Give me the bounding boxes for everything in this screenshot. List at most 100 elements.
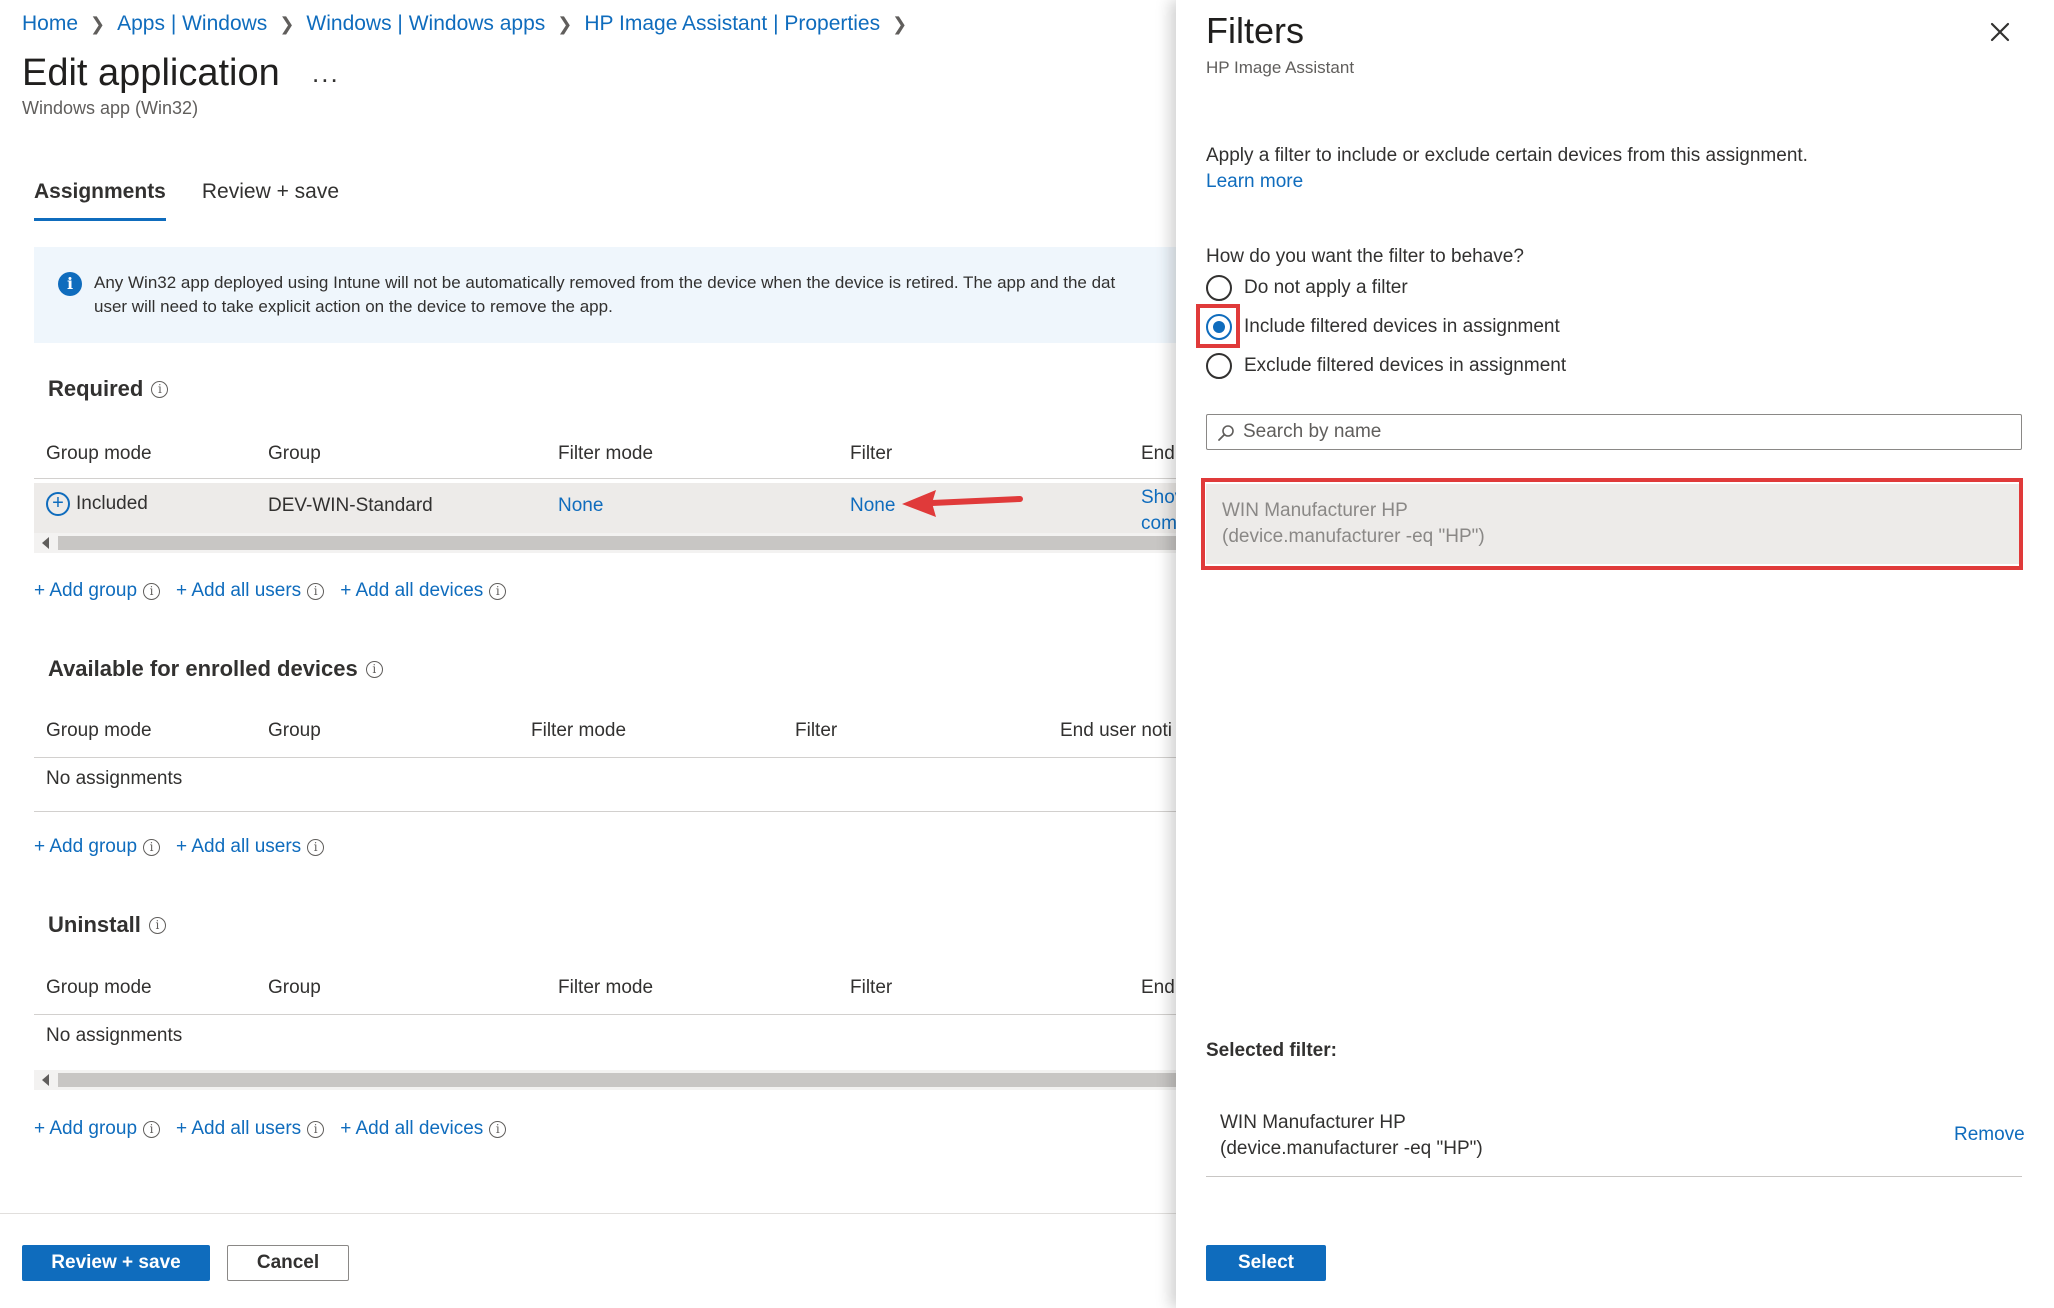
info-icon[interactable]: i bbox=[143, 582, 161, 600]
add-group-link[interactable]: + Add group bbox=[34, 1118, 137, 1140]
horizontal-scrollbar[interactable] bbox=[34, 1070, 1176, 1090]
uninstall-col-filter-mode: Filter mode bbox=[558, 977, 654, 998]
selected-filter-name: WIN Manufacturer HP bbox=[1220, 1112, 1406, 1133]
breadcrumb-home[interactable]: Home bbox=[22, 12, 78, 36]
selected-filter-rule: (device.manufacturer -eq "HP") bbox=[1220, 1138, 1483, 1159]
radio-do-not-apply[interactable]: Do not apply a filter bbox=[1206, 275, 1408, 301]
add-group-link[interactable]: + Add group bbox=[34, 836, 137, 858]
available-section-title: Available for enrolled devices i bbox=[48, 656, 383, 682]
scrollbar-thumb[interactable] bbox=[58, 536, 1176, 550]
scrollbar-thumb[interactable] bbox=[58, 1073, 1176, 1087]
breadcrumb: Home ❯ Apps | Windows ❯ Windows | Window… bbox=[22, 12, 919, 36]
uninstall-col-end: End bbox=[1141, 977, 1175, 998]
info-banner-line-2: user will need to take explicit action o… bbox=[94, 297, 613, 316]
required-col-group-mode: Group mode bbox=[46, 443, 152, 464]
available-col-group-mode: Group mode bbox=[46, 720, 152, 741]
available-add-links: + Add group i + Add all users i bbox=[34, 836, 334, 858]
filter-mode-link[interactable]: None bbox=[558, 495, 603, 517]
radio-button[interactable] bbox=[1206, 275, 1232, 301]
radio-label: Do not apply a filter bbox=[1244, 277, 1408, 298]
available-col-end-user: End user noti bbox=[1060, 720, 1172, 741]
info-icon[interactable]: i bbox=[489, 1120, 507, 1138]
chevron-right-icon: ❯ bbox=[892, 13, 908, 34]
chevron-right-icon: ❯ bbox=[90, 13, 106, 34]
scroll-left-icon[interactable] bbox=[42, 1074, 49, 1086]
info-icon[interactable]: i bbox=[307, 838, 325, 856]
filter-link[interactable]: None bbox=[850, 495, 895, 517]
selected-filter-label: Selected filter: bbox=[1206, 1040, 1337, 1061]
search-input[interactable]: Search by name bbox=[1243, 421, 1381, 443]
edit-application-page: Home ❯ Apps | Windows ❯ Windows | Window… bbox=[0, 0, 1176, 1308]
more-options-button[interactable]: ... bbox=[312, 58, 340, 89]
uninstall-col-filter: Filter bbox=[850, 977, 893, 998]
available-col-group: Group bbox=[268, 720, 321, 741]
info-icon[interactable]: i bbox=[143, 1120, 161, 1138]
divider bbox=[34, 811, 1176, 812]
tab-assignments[interactable]: Assignments bbox=[34, 180, 166, 221]
uninstall-col-group-mode: Group mode bbox=[46, 977, 152, 998]
divider bbox=[34, 1014, 1176, 1015]
add-all-users-link[interactable]: + Add all users bbox=[176, 580, 301, 602]
info-icon[interactable]: i bbox=[143, 838, 161, 856]
annotation-highlight-box bbox=[1196, 304, 1240, 348]
radio-label: Include filtered devices in assignment bbox=[1244, 316, 1560, 337]
available-title-text: Available for enrolled devices bbox=[48, 656, 358, 681]
remove-filter-link[interactable]: Remove bbox=[1954, 1124, 2025, 1146]
add-all-devices-link[interactable]: + Add all devices bbox=[340, 580, 483, 602]
uninstall-title-text: Uninstall bbox=[48, 912, 141, 937]
breadcrumb-app-properties[interactable]: HP Image Assistant | Properties bbox=[584, 12, 880, 36]
scroll-left-icon[interactable] bbox=[42, 537, 49, 549]
required-title-text: Required bbox=[48, 376, 144, 401]
review-save-button[interactable]: Review + save bbox=[22, 1245, 210, 1281]
page-subtitle: Windows app (Win32) bbox=[22, 98, 199, 118]
filter-behavior-question: How do you want the filter to behave? bbox=[1206, 246, 1524, 267]
group-name: DEV-WIN-Standard bbox=[268, 495, 433, 516]
breadcrumb-apps-windows[interactable]: Apps | Windows bbox=[117, 12, 267, 36]
add-all-devices-link[interactable]: + Add all devices bbox=[340, 1118, 483, 1140]
group-mode-included[interactable]: + Included bbox=[46, 492, 148, 516]
add-group-link[interactable]: + Add group bbox=[34, 580, 137, 602]
add-all-users-link[interactable]: + Add all users bbox=[176, 1118, 301, 1140]
info-banner-text: Any Win32 app deployed using Intune will… bbox=[94, 271, 1176, 319]
info-icon: i bbox=[58, 272, 82, 296]
uninstall-add-links: + Add group i + Add all users i + Add al… bbox=[34, 1118, 516, 1140]
empty-state: No assignments bbox=[46, 768, 183, 789]
end-user-notification-link[interactable]: Shov com bbox=[1141, 485, 1176, 537]
add-circle-icon: + bbox=[46, 492, 70, 516]
learn-more-link[interactable]: Learn more bbox=[1206, 171, 1303, 193]
info-icon[interactable]: i bbox=[307, 582, 325, 600]
add-all-users-link[interactable]: + Add all users bbox=[176, 836, 301, 858]
close-icon[interactable] bbox=[1986, 18, 2014, 46]
info-icon[interactable]: i bbox=[365, 660, 383, 678]
annotation-arrow-icon bbox=[902, 490, 1023, 517]
chevron-right-icon: ❯ bbox=[279, 13, 295, 34]
cancel-button[interactable]: Cancel bbox=[227, 1245, 349, 1281]
horizontal-scrollbar[interactable] bbox=[34, 533, 1176, 553]
tab-review-save[interactable]: Review + save bbox=[202, 180, 339, 221]
info-icon[interactable]: i bbox=[148, 916, 166, 934]
select-button[interactable]: Select bbox=[1206, 1245, 1326, 1281]
info-icon[interactable]: i bbox=[307, 1120, 325, 1138]
uninstall-col-group: Group bbox=[268, 977, 321, 998]
filter-search-box[interactable]: Search by name bbox=[1206, 414, 2022, 450]
info-icon[interactable]: i bbox=[489, 582, 507, 600]
required-col-filter: Filter bbox=[850, 443, 893, 464]
breadcrumb-windows-apps[interactable]: Windows | Windows apps bbox=[306, 12, 545, 36]
available-col-filter: Filter bbox=[795, 720, 838, 741]
radio-exclude-filtered[interactable]: Exclude filtered devices in assignment bbox=[1206, 353, 1566, 379]
end-user-notification-line-1: Shov bbox=[1141, 487, 1176, 508]
required-col-filter-mode: Filter mode bbox=[558, 443, 654, 464]
required-col-end: End bbox=[1141, 443, 1175, 464]
panel-title: Filters bbox=[1206, 10, 1304, 51]
radio-button[interactable] bbox=[1206, 353, 1232, 379]
required-section-title: Required i bbox=[48, 376, 169, 402]
panel-subtitle: HP Image Assistant bbox=[1206, 58, 1355, 77]
search-icon bbox=[1218, 425, 1234, 441]
tab-bar: Assignments Review + save bbox=[34, 180, 339, 221]
filters-panel: Filters HP Image Assistant Apply a filte… bbox=[1176, 0, 2054, 1308]
panel-description: Apply a filter to include or exclude cer… bbox=[1206, 145, 1808, 166]
divider bbox=[34, 478, 1176, 479]
required-col-group: Group bbox=[268, 443, 321, 464]
info-icon[interactable]: i bbox=[151, 380, 169, 398]
radio-include-filtered[interactable]: Include filtered devices in assignment bbox=[1206, 314, 1560, 340]
